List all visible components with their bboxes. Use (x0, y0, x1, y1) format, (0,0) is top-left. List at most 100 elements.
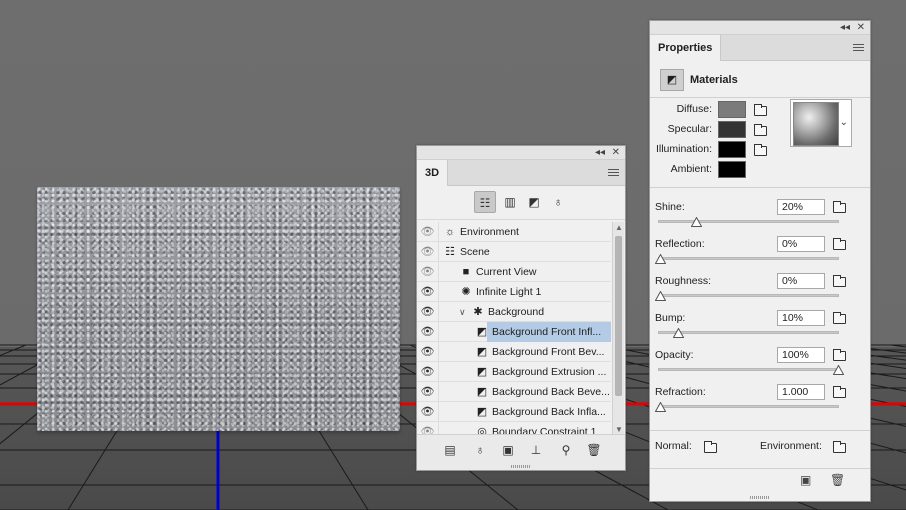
scene-filter-icon[interactable]: ☷ (474, 191, 496, 213)
scrollbar[interactable]: ▲ ▼ (612, 222, 624, 435)
swatch-label: Diffuse: (676, 103, 712, 115)
tree-row[interactable]: 👁 ☷ Scene (417, 242, 611, 262)
folder-icon[interactable] (833, 349, 846, 361)
tree-row[interactable]: 👁 ✺ Infinite Light 1 (417, 282, 611, 302)
value-input[interactable]: 100% (777, 347, 825, 363)
resize-grip[interactable] (511, 465, 531, 468)
drop-to-plane-icon[interactable]: ⊥ (527, 443, 545, 457)
visibility-eye-icon[interactable]: 👁 (417, 242, 439, 262)
tree-item-label[interactable]: Environment (460, 222, 519, 242)
visibility-eye-icon[interactable]: 👁 (417, 322, 439, 342)
tree-item-label[interactable]: Scene (460, 242, 490, 262)
edit-texture-icon[interactable] (754, 104, 767, 116)
slider-track[interactable] (658, 331, 839, 334)
add-light-icon[interactable]: ♁ (471, 443, 489, 457)
mesh-filter-icon[interactable]: ▥ (499, 191, 521, 213)
3d-textured-plane[interactable] (37, 187, 400, 431)
tab-3d[interactable]: 3D (417, 160, 449, 186)
render-icon[interactable]: ▣ (499, 443, 517, 457)
folder-icon[interactable] (754, 124, 767, 136)
slider-thumb[interactable] (690, 217, 702, 227)
delete-icon[interactable]: 🗑 (585, 443, 603, 457)
color-swatch[interactable] (718, 121, 746, 138)
slider-label: Reflection: (655, 238, 705, 250)
add-mesh-icon[interactable]: ▤ (441, 443, 459, 457)
folder-icon[interactable] (833, 275, 846, 287)
material-filter-icon[interactable]: ◩ (523, 191, 545, 213)
visibility-eye-icon[interactable]: 👁 (417, 302, 439, 322)
slider-thumb[interactable] (655, 254, 666, 264)
tree-item-label[interactable]: Background (488, 302, 544, 322)
chevron-down-icon[interactable]: ⌄ (840, 117, 848, 128)
value-input[interactable]: 0% (777, 236, 825, 252)
folder-icon[interactable] (833, 238, 846, 250)
slider-track[interactable] (658, 257, 839, 260)
tree-row[interactable]: 👁 ∨ ✱ Background (417, 302, 611, 322)
value-input[interactable]: 20% (777, 199, 825, 215)
material-icon: ◩ (476, 346, 488, 358)
folder-icon[interactable] (833, 386, 846, 398)
material-preview-picker[interactable]: ⌄ (790, 99, 852, 147)
add-constraint-icon[interactable]: ⚲ (557, 443, 575, 457)
tree-item-label[interactable]: Background Front Infl... (487, 322, 611, 342)
folder-icon[interactable] (833, 201, 846, 213)
slider-thumb[interactable] (655, 402, 666, 412)
slider-track[interactable] (658, 405, 839, 408)
scrollbar-thumb[interactable] (615, 236, 622, 396)
tree-item-label[interactable]: Background Back Infla... (492, 402, 606, 422)
tree-row[interactable]: 👁 ◩ Background Front Bev... (417, 342, 611, 362)
tree-row[interactable]: 👁 ■ Current View (417, 262, 611, 282)
folder-icon[interactable] (833, 312, 846, 324)
collapse-icon[interactable]: ◂◂ (595, 146, 605, 160)
color-swatch[interactable] (718, 161, 746, 178)
visibility-eye-icon[interactable]: 👁 (417, 382, 439, 402)
tree-row[interactable]: 👁 ◩ Background Back Infla... (417, 402, 611, 422)
visibility-eye-icon[interactable]: 👁 (417, 362, 439, 382)
visibility-eye-icon[interactable]: 👁 (417, 402, 439, 422)
swatch-label: Specular: (667, 123, 712, 135)
tree-row[interactable]: 👁 ◩ Background Back Beve... (417, 382, 611, 402)
value-input[interactable]: 10% (777, 310, 825, 326)
panel-menu-icon[interactable] (853, 44, 864, 52)
value-input[interactable]: 0% (777, 273, 825, 289)
slider-track[interactable] (658, 220, 839, 223)
tab-properties[interactable]: Properties (650, 35, 722, 61)
light-icon: ✺ (461, 286, 471, 298)
visibility-eye-icon[interactable]: 👁 (417, 342, 439, 362)
tree-row[interactable]: 👁 ◩ Background Front Infl... (417, 322, 611, 342)
collapse-icon[interactable]: ◂◂ (840, 21, 850, 35)
slider-track[interactable] (658, 294, 839, 297)
tree-row[interactable]: 👁 ☼ Environment (417, 222, 611, 242)
close-icon[interactable]: ✕ (612, 146, 620, 160)
close-icon[interactable]: ✕ (857, 21, 865, 35)
resize-grip[interactable] (750, 496, 770, 499)
visibility-eye-icon[interactable]: 👁 (417, 222, 439, 242)
expand-chevron-icon[interactable]: ∨ (459, 302, 466, 322)
tree-item-label[interactable]: Background Front Bev... (492, 342, 604, 362)
tab-bar: Properties (650, 35, 870, 61)
value-input[interactable]: 1.000 (777, 384, 825, 400)
color-swatch[interactable] (718, 101, 746, 118)
filter-toolbar: ☷ ▥ ◩ ♁ (417, 186, 625, 220)
light-filter-icon[interactable]: ♁ (547, 191, 569, 213)
environment-folder-icon[interactable] (833, 441, 846, 453)
slider-thumb[interactable] (655, 291, 666, 301)
tree-item-label[interactable]: Infinite Light 1 (476, 282, 541, 302)
material-sphere (793, 102, 839, 146)
visibility-eye-icon[interactable]: 👁 (417, 282, 439, 302)
tree-row[interactable]: 👁 ◩ Background Extrusion ... (417, 362, 611, 382)
tree-item-label[interactable]: Background Back Beve... (492, 382, 610, 402)
folder-icon[interactable] (754, 144, 767, 156)
render-icon[interactable]: ▣ (800, 473, 811, 487)
normal-folder-icon[interactable] (704, 441, 717, 453)
slider-track[interactable] (658, 368, 839, 371)
panel-menu-icon[interactable] (608, 169, 619, 177)
tree-item-label[interactable]: Background Extrusion ... (492, 362, 606, 382)
slider-thumb[interactable] (672, 328, 684, 338)
delete-icon[interactable]: 🗑 (830, 473, 845, 487)
tree-item-label[interactable]: Current View (476, 262, 537, 282)
slider-thumb[interactable] (833, 365, 844, 375)
visibility-eye-icon[interactable]: 👁 (417, 262, 439, 282)
slider-label: Opacity: (655, 349, 694, 361)
color-swatch[interactable] (718, 141, 746, 158)
